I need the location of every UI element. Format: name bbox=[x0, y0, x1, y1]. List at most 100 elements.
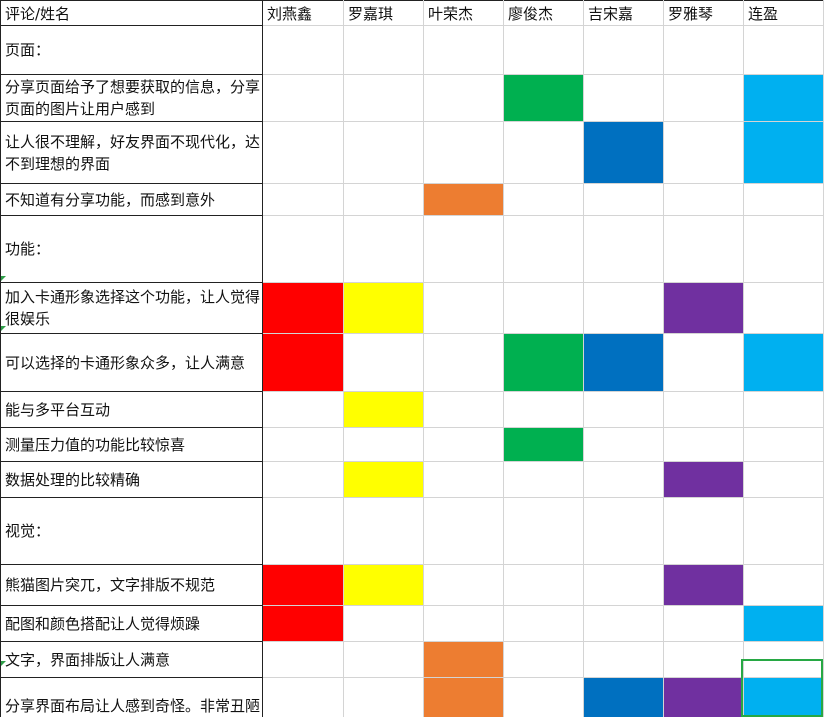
rating-cell-purple[interactable] bbox=[663, 564, 744, 606]
rating-cell-empty[interactable] bbox=[262, 427, 344, 462]
rating-cell-empty[interactable] bbox=[503, 25, 584, 75]
rating-cell-empty[interactable] bbox=[343, 605, 424, 642]
rating-cell-orange[interactable] bbox=[423, 677, 504, 717]
rating-cell-cyan[interactable] bbox=[743, 121, 824, 184]
rating-cell-empty[interactable] bbox=[423, 333, 504, 392]
rating-cell-empty[interactable] bbox=[343, 427, 424, 462]
rating-cell-empty[interactable] bbox=[423, 391, 504, 428]
rating-cell-empty[interactable] bbox=[583, 74, 664, 122]
rating-cell-empty[interactable] bbox=[663, 121, 744, 184]
rating-cell-empty[interactable] bbox=[583, 282, 664, 334]
rating-cell-empty[interactable] bbox=[423, 497, 504, 565]
rating-cell-empty[interactable] bbox=[262, 215, 344, 283]
rating-cell-empty[interactable] bbox=[583, 427, 664, 462]
rating-cell-empty[interactable] bbox=[423, 215, 504, 283]
rating-cell-red[interactable] bbox=[262, 564, 344, 606]
rating-cell-empty[interactable] bbox=[503, 215, 584, 283]
rating-cell-blue[interactable] bbox=[583, 677, 664, 717]
rating-cell-empty[interactable] bbox=[423, 121, 504, 184]
rating-cell-empty[interactable] bbox=[663, 25, 744, 75]
rating-cell-empty[interactable] bbox=[583, 391, 664, 428]
header-corner-cell[interactable]: 评论/姓名 bbox=[0, 0, 263, 26]
rating-cell-yellow[interactable] bbox=[343, 391, 424, 428]
rating-cell-empty[interactable] bbox=[663, 391, 744, 428]
rating-cell-empty[interactable] bbox=[423, 427, 504, 462]
comment-cell[interactable]: 可以选择的卡通形象众多，让人满意 bbox=[0, 333, 263, 392]
rating-cell-empty[interactable] bbox=[583, 25, 664, 75]
rating-cell-empty[interactable] bbox=[743, 461, 824, 498]
rating-cell-empty[interactable] bbox=[503, 641, 584, 678]
rating-cell-empty[interactable] bbox=[343, 641, 424, 678]
rating-cell-empty[interactable] bbox=[423, 461, 504, 498]
rating-cell-blue[interactable] bbox=[583, 333, 664, 392]
rating-cell-empty[interactable] bbox=[503, 564, 584, 606]
rating-cell-empty[interactable] bbox=[343, 121, 424, 184]
rating-cell-yellow[interactable] bbox=[343, 461, 424, 498]
comment-cell[interactable]: 能与多平台互动 bbox=[0, 391, 263, 428]
rating-cell-green[interactable] bbox=[503, 427, 584, 462]
rating-cell-empty[interactable] bbox=[743, 427, 824, 462]
rating-cell-empty[interactable] bbox=[663, 183, 744, 216]
rating-cell-empty[interactable] bbox=[503, 497, 584, 565]
header-name-cell[interactable]: 刘燕鑫 bbox=[262, 0, 344, 26]
rating-cell-empty[interactable] bbox=[262, 461, 344, 498]
rating-cell-purple[interactable] bbox=[663, 677, 744, 717]
rating-cell-empty[interactable] bbox=[423, 25, 504, 75]
rating-cell-empty[interactable] bbox=[503, 391, 584, 428]
rating-cell-empty[interactable] bbox=[583, 183, 664, 216]
rating-cell-empty[interactable] bbox=[262, 25, 344, 75]
rating-cell-empty[interactable] bbox=[423, 605, 504, 642]
rating-cell-empty[interactable] bbox=[583, 605, 664, 642]
rating-cell-empty[interactable] bbox=[583, 461, 664, 498]
rating-cell-empty[interactable] bbox=[663, 427, 744, 462]
header-name-cell[interactable]: 罗雅琴 bbox=[663, 0, 744, 26]
rating-cell-empty[interactable] bbox=[262, 391, 344, 428]
rating-cell-empty[interactable] bbox=[503, 605, 584, 642]
rating-cell-empty[interactable] bbox=[503, 183, 584, 216]
rating-cell-empty[interactable] bbox=[583, 497, 664, 565]
comment-cell[interactable]: 配图和颜色搭配让人觉得烦躁 bbox=[0, 605, 263, 642]
comment-cell[interactable]: 文字，界面排版让人满意 bbox=[0, 641, 263, 678]
rating-cell-empty[interactable] bbox=[262, 641, 344, 678]
rating-cell-empty[interactable] bbox=[343, 183, 424, 216]
rating-cell-empty[interactable] bbox=[423, 74, 504, 122]
rating-cell-empty[interactable] bbox=[343, 25, 424, 75]
rating-cell-yellow[interactable] bbox=[343, 282, 424, 334]
comment-cell[interactable]: 分享界面布局让人感到奇怪。非常丑陋 bbox=[0, 677, 263, 717]
rating-cell-empty[interactable] bbox=[343, 74, 424, 122]
rating-cell-empty[interactable] bbox=[743, 564, 824, 606]
header-name-cell[interactable]: 廖俊杰 bbox=[503, 0, 584, 26]
rating-cell-empty[interactable] bbox=[262, 121, 344, 184]
rating-cell-red[interactable] bbox=[262, 282, 344, 334]
rating-cell-purple[interactable] bbox=[663, 461, 744, 498]
rating-cell-empty[interactable] bbox=[423, 282, 504, 334]
rating-cell-yellow[interactable] bbox=[343, 564, 424, 606]
rating-cell-cyan[interactable] bbox=[743, 74, 824, 122]
header-name-cell[interactable]: 吉宋嘉 bbox=[583, 0, 664, 26]
rating-cell-red[interactable] bbox=[262, 333, 344, 392]
rating-cell-empty[interactable] bbox=[743, 391, 824, 428]
rating-cell-empty[interactable] bbox=[743, 183, 824, 216]
rating-cell-cyan[interactable] bbox=[743, 605, 824, 642]
rating-cell-empty[interactable] bbox=[503, 461, 584, 498]
rating-cell-orange[interactable] bbox=[423, 641, 504, 678]
rating-cell-empty[interactable] bbox=[743, 282, 824, 334]
comment-cell[interactable]: 熊猫图片突兀，文字排版不规范 bbox=[0, 564, 263, 606]
rating-cell-empty[interactable] bbox=[743, 215, 824, 283]
rating-cell-empty[interactable] bbox=[583, 564, 664, 606]
rating-cell-empty[interactable] bbox=[262, 183, 344, 216]
comment-cell[interactable]: 让人很不理解，好友界面不现代化，达不到理想的界面 bbox=[0, 121, 263, 184]
rating-cell-empty[interactable] bbox=[663, 215, 744, 283]
rating-cell-empty[interactable] bbox=[343, 677, 424, 717]
rating-cell-empty[interactable] bbox=[423, 564, 504, 606]
rating-cell-empty[interactable] bbox=[503, 282, 584, 334]
comment-cell[interactable]: 加入卡通形象选择这个功能，让人觉得很娱乐 bbox=[0, 282, 263, 334]
rating-cell-empty[interactable] bbox=[583, 215, 664, 283]
comment-cell[interactable]: 测量压力值的功能比较惊喜 bbox=[0, 427, 263, 462]
rating-cell-empty[interactable] bbox=[743, 497, 824, 565]
rating-cell-empty[interactable] bbox=[663, 74, 744, 122]
rating-cell-empty[interactable] bbox=[343, 333, 424, 392]
rating-cell-empty[interactable] bbox=[343, 497, 424, 565]
rating-cell-empty[interactable] bbox=[663, 333, 744, 392]
rating-cell-green[interactable] bbox=[503, 333, 584, 392]
